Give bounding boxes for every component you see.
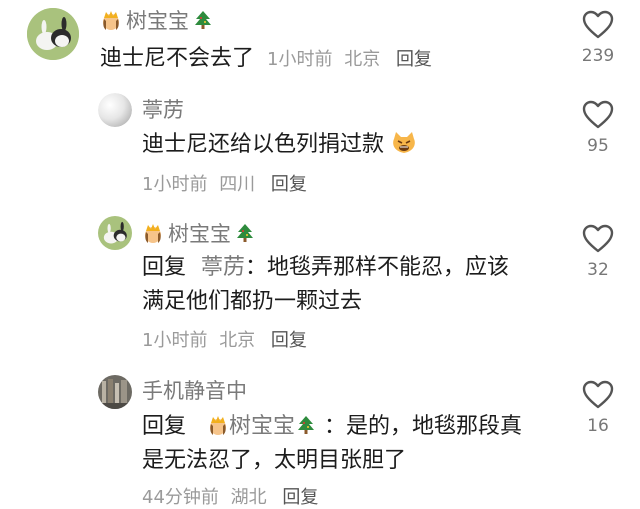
- username-text[interactable]: 葶苈: [142, 94, 184, 124]
- comment-body: 迪士尼还给以色列捐过款: [142, 128, 417, 162]
- comment-location: 北京: [344, 49, 381, 70]
- avatar[interactable]: [98, 375, 132, 409]
- like-count: 32: [587, 260, 609, 280]
- heart-outline-icon: [582, 224, 614, 253]
- comment-location: 湖北: [230, 487, 267, 508]
- mention-link[interactable]: 树宝宝: [207, 414, 324, 439]
- comment-text: 迪士尼还给以色列捐过款: [142, 132, 385, 157]
- comment-meta: 44分钟前 湖北 回复: [142, 483, 318, 509]
- comment-body: 迪士尼不会去了 1小时前 北京 回复: [100, 42, 432, 77]
- comment-time: 1小时前: [142, 330, 208, 351]
- bookshelf-avatar-icon: [98, 375, 132, 409]
- comment-location: 北京: [219, 330, 256, 351]
- like-button[interactable]: 239: [568, 10, 628, 66]
- comment-meta: 1小时前 北京 回复: [142, 326, 307, 352]
- reply-button[interactable]: 回复: [396, 49, 432, 70]
- username-text[interactable]: 树宝宝: [126, 5, 189, 35]
- like-count: 16: [587, 416, 609, 436]
- princess-icon: [207, 413, 229, 435]
- username-text[interactable]: 树宝宝: [168, 218, 231, 248]
- avatar[interactable]: [98, 93, 132, 127]
- comment-username[interactable]: 树宝宝: [142, 218, 256, 248]
- comment-text: 迪士尼不会去了: [100, 46, 255, 71]
- princess-icon: [100, 9, 122, 31]
- reply-button[interactable]: 回复: [282, 487, 318, 508]
- comment-text-continued: 是无法忍了，太明目张胆了: [142, 448, 407, 473]
- comment-location: 四川: [219, 174, 256, 195]
- like-button[interactable]: 95: [568, 100, 628, 156]
- like-count: 95: [587, 136, 609, 156]
- username-text[interactable]: 手机静音中: [142, 375, 247, 405]
- rabbit-avatar-icon: [98, 216, 132, 250]
- like-button[interactable]: 16: [568, 380, 628, 436]
- comment-body: 回复 树宝宝 ：是的，地毯那段真 是无法忍了，太明目张胆了: [142, 410, 522, 478]
- christmas-tree-icon: [234, 222, 256, 244]
- comment-body: 回复 葶苈：地毯弄那样不能忍，应该 满足他们都扔一颗过去: [142, 251, 509, 319]
- princess-icon: [142, 222, 164, 244]
- comment-username[interactable]: 树宝宝: [100, 5, 214, 35]
- reply-item: 树宝宝 回复 葶苈：地毯弄那样不能忍，应该 满足他们都扔一颗过去 1小时前 北京…: [0, 210, 640, 360]
- reply-prefix: 回复: [142, 414, 187, 439]
- avatar[interactable]: [98, 216, 132, 250]
- comment-time: 1小时前: [142, 174, 208, 195]
- comment-username[interactable]: 葶苈: [142, 94, 184, 124]
- rabbit-avatar-icon: [27, 8, 79, 60]
- reply-item: 手机静音中 回复 树宝宝 ：是的，地毯那段真 是无法忍了，太明目张胆了 44分钟…: [0, 366, 640, 508]
- comment-username[interactable]: 手机静音中: [142, 375, 247, 405]
- mention-text[interactable]: 树宝宝: [229, 414, 295, 439]
- heart-outline-icon: [582, 100, 614, 129]
- heart-outline-icon: [582, 380, 614, 409]
- angry-cat-emoji: [391, 130, 417, 156]
- comment-time: 44分钟前: [142, 487, 219, 508]
- comment-text: ：地毯弄那样不能忍，应该: [245, 255, 510, 280]
- heart-outline-icon: [582, 10, 614, 39]
- reply-button[interactable]: 回复: [271, 330, 307, 351]
- like-button[interactable]: 32: [568, 224, 628, 280]
- christmas-tree-icon: [295, 413, 317, 435]
- comment-text-continued: 满足他们都扔一颗过去: [142, 289, 363, 314]
- reply-prefix: 回复: [142, 255, 187, 280]
- mention-link[interactable]: 葶苈: [201, 255, 245, 280]
- comment-text: ：是的，地毯那段真: [324, 414, 523, 439]
- reply-button[interactable]: 回复: [271, 174, 307, 195]
- pearl-avatar-icon: [98, 93, 132, 127]
- like-count: 239: [581, 46, 615, 66]
- comment-item: 树宝宝 迪士尼不会去了 1小时前 北京 回复 239: [0, 0, 640, 90]
- avatar[interactable]: [27, 8, 79, 60]
- comment-time: 1小时前: [267, 49, 333, 70]
- reply-item: 葶苈 迪士尼还给以色列捐过款 1小时前 四川 回复 95: [0, 88, 640, 198]
- christmas-tree-icon: [192, 9, 214, 31]
- comment-meta: 1小时前 四川 回复: [142, 170, 307, 196]
